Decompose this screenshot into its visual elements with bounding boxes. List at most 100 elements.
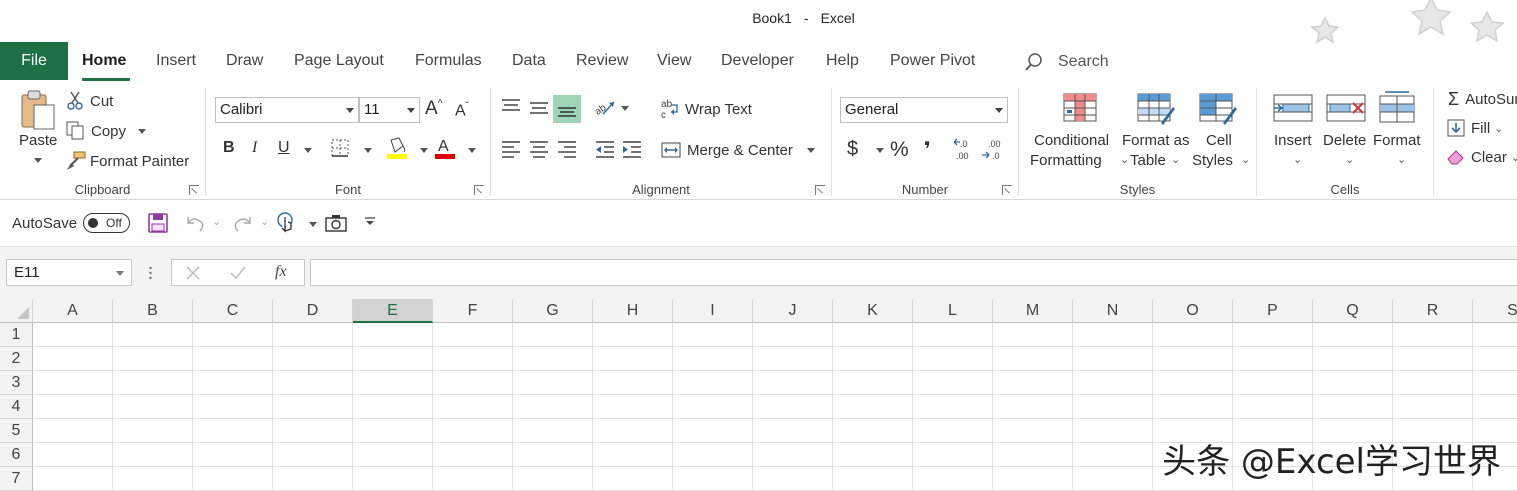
align-middle-icon[interactable] (529, 98, 549, 116)
fill-color-dropdown-icon[interactable] (420, 148, 428, 153)
font-name-select[interactable]: Calibri (215, 97, 359, 123)
autosum-button[interactable]: Σ AutoSum (1448, 88, 1517, 110)
column-header-o[interactable]: O (1153, 299, 1233, 323)
column-header-i[interactable]: I (673, 299, 753, 323)
font-color-icon[interactable]: A (434, 136, 456, 160)
fill-color-icon[interactable] (386, 136, 408, 160)
orientation-icon[interactable]: ab (593, 96, 617, 118)
underline-dropdown-icon[interactable] (304, 148, 312, 153)
align-bottom-button[interactable] (553, 95, 581, 123)
enter-check-icon[interactable] (230, 266, 246, 280)
insert-cells-button[interactable]: Insert ⌄ (1269, 90, 1319, 176)
tab-home[interactable]: Home (82, 52, 126, 70)
tab-formulas[interactable]: Formulas (415, 52, 482, 70)
tab-file[interactable]: File (0, 42, 68, 80)
delete-cells-button[interactable]: Delete ⌄ (1321, 90, 1373, 176)
comma-style-button[interactable]: ❜ (924, 137, 931, 162)
select-all-button[interactable] (0, 299, 33, 323)
number-format-select[interactable]: General (840, 97, 1008, 123)
redo-dropdown-icon[interactable]: ⌄ (260, 215, 269, 228)
copy-button[interactable]: Copy (66, 120, 147, 142)
decrease-indent-icon[interactable] (595, 140, 615, 158)
column-header-d[interactable]: D (273, 299, 353, 323)
row-header-5[interactable]: 5 (0, 419, 33, 443)
tab-data[interactable]: Data (512, 52, 546, 70)
clipboard-launcher-icon[interactable] (189, 185, 199, 195)
column-header-l[interactable]: L (913, 299, 993, 323)
underline-button[interactable]: U (278, 139, 290, 157)
insert-function-button[interactable]: fx (275, 263, 287, 281)
column-header-f[interactable]: F (433, 299, 513, 323)
column-header-e[interactable]: E (353, 299, 433, 323)
decrease-font-size-icon[interactable]: Aˇ (455, 101, 469, 120)
column-header-g[interactable]: G (513, 299, 593, 323)
increase-indent-icon[interactable] (622, 140, 642, 158)
paste-label[interactable]: Paste (19, 132, 57, 149)
tab-help[interactable]: Help (826, 52, 859, 70)
bold-button[interactable]: B (223, 139, 235, 157)
more-options-icon[interactable] (149, 266, 152, 280)
tab-view[interactable]: View (657, 52, 691, 70)
column-header-m[interactable]: M (993, 299, 1073, 323)
row-header-6[interactable]: 6 (0, 443, 33, 467)
row-header-7[interactable]: 7 (0, 467, 33, 491)
currency-button[interactable]: $ (847, 138, 858, 161)
paste-dropdown-icon[interactable] (34, 158, 42, 163)
redo-icon[interactable] (232, 213, 254, 233)
align-center-icon[interactable] (529, 140, 549, 158)
tab-page-layout[interactable]: Page Layout (294, 52, 384, 70)
cut-button[interactable]: Cut (66, 90, 113, 112)
wrap-text-button[interactable]: ab c Wrap Text (661, 96, 752, 122)
formula-input[interactable] (310, 259, 1517, 286)
row-header-4[interactable]: 4 (0, 395, 33, 419)
tab-review[interactable]: Review (576, 52, 628, 70)
column-header-s[interactable]: S (1473, 299, 1517, 323)
save-icon[interactable] (148, 213, 168, 233)
format-as-table-button[interactable]: Format as Table ⌄ (1119, 90, 1191, 176)
column-header-c[interactable]: C (193, 299, 273, 323)
percent-button[interactable]: % (890, 138, 909, 162)
orientation-dropdown-icon[interactable] (621, 106, 629, 111)
increase-font-size-icon[interactable]: A^ (425, 98, 442, 120)
camera-icon[interactable] (325, 214, 347, 232)
merge-center-button[interactable]: Merge & Center (661, 138, 815, 162)
format-cells-button[interactable]: Format ⌄ (1373, 90, 1429, 176)
conditional-formatting-button[interactable]: Conditional Formatting ⌄ (1027, 90, 1131, 176)
tab-insert[interactable]: Insert (156, 52, 196, 70)
copy-dropdown-icon[interactable] (138, 128, 147, 134)
tab-draw[interactable]: Draw (226, 52, 263, 70)
decrease-decimal-icon[interactable]: .00.0 (982, 136, 1006, 162)
alignment-launcher-icon[interactable] (815, 185, 825, 195)
borders-icon[interactable] (330, 138, 350, 158)
column-header-h[interactable]: H (593, 299, 673, 323)
customize-qat-icon[interactable] (364, 217, 376, 227)
fill-button[interactable]: Fill ⌄ (1447, 117, 1503, 139)
tab-power-pivot[interactable]: Power Pivot (890, 52, 975, 70)
row-header-3[interactable]: 3 (0, 371, 33, 395)
touch-mode-dropdown-icon[interactable] (309, 222, 317, 227)
currency-dropdown-icon[interactable] (876, 148, 884, 153)
column-header-j[interactable]: J (753, 299, 833, 323)
column-header-n[interactable]: N (1073, 299, 1153, 323)
cancel-icon[interactable] (186, 266, 200, 280)
align-top-icon[interactable] (501, 98, 521, 116)
borders-dropdown-icon[interactable] (364, 148, 372, 153)
row-header-2[interactable]: 2 (0, 347, 33, 371)
column-header-b[interactable]: B (113, 299, 193, 323)
column-header-k[interactable]: K (833, 299, 913, 323)
autosave-toggle[interactable]: Off (83, 213, 130, 233)
search-box[interactable]: Search (1024, 52, 1109, 72)
column-header-q[interactable]: Q (1313, 299, 1393, 323)
touch-mode-icon[interactable] (276, 211, 298, 237)
tab-developer[interactable]: Developer (721, 52, 794, 70)
font-launcher-icon[interactable] (474, 185, 484, 195)
clear-button[interactable]: Clear ⌄ (1446, 146, 1517, 168)
column-header-p[interactable]: P (1233, 299, 1313, 323)
undo-icon[interactable] (184, 213, 206, 233)
font-color-dropdown-icon[interactable] (468, 148, 476, 153)
undo-dropdown-icon[interactable]: ⌄ (212, 215, 221, 228)
name-box[interactable]: E11 (6, 259, 132, 286)
format-painter-button[interactable]: Format Painter (66, 150, 189, 172)
align-left-icon[interactable] (501, 140, 521, 158)
row-header-1[interactable]: 1 (0, 323, 33, 347)
